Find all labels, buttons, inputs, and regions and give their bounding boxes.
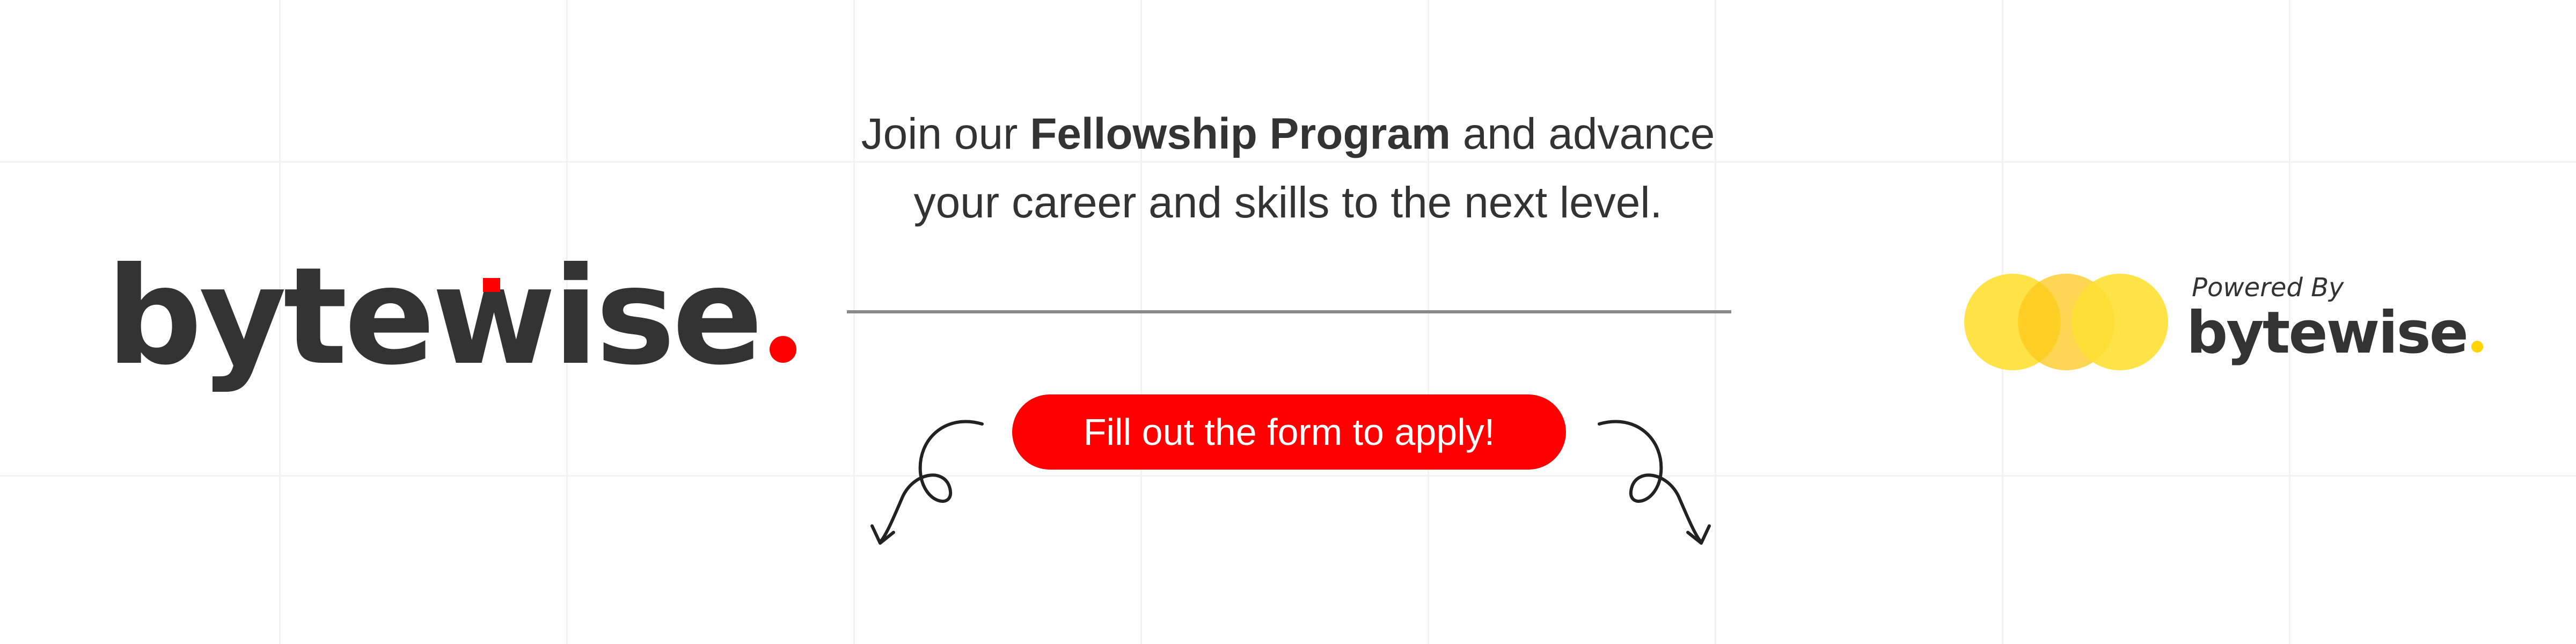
logo-dot bbox=[770, 336, 796, 363]
powered-wordmark-text: bytewise bbox=[2186, 299, 2469, 367]
apply-button[interactable]: Fill out the form to apply! bbox=[1012, 394, 1566, 470]
headline-line-1: Join our Fellowship Program and advance bbox=[805, 100, 1771, 169]
powered-wordmark-dot bbox=[2471, 341, 2483, 353]
headline-post: and advance bbox=[1462, 109, 1715, 158]
overlapping-circles-icon bbox=[1964, 274, 2168, 370]
logo-i-accent bbox=[483, 278, 500, 292]
powered-by-wordmark: bytewise bbox=[2186, 298, 2483, 368]
bytewise-logo: bytewise bbox=[106, 247, 796, 386]
curly-arrow-down-left-icon bbox=[870, 420, 984, 545]
divider bbox=[847, 310, 1731, 313]
headline-emphasis: Fellowship Program bbox=[1030, 109, 1451, 158]
headline-pre: Join our bbox=[861, 109, 1018, 158]
apply-button-label: Fill out the form to apply! bbox=[1083, 411, 1495, 453]
headline: Join our Fellowship Program and advance … bbox=[805, 100, 1771, 237]
headline-line-2: your career and skills to the next level… bbox=[913, 178, 1663, 227]
curly-arrow-down-right-icon bbox=[1598, 420, 1711, 545]
logo-wordmark: bytewise bbox=[106, 238, 763, 394]
